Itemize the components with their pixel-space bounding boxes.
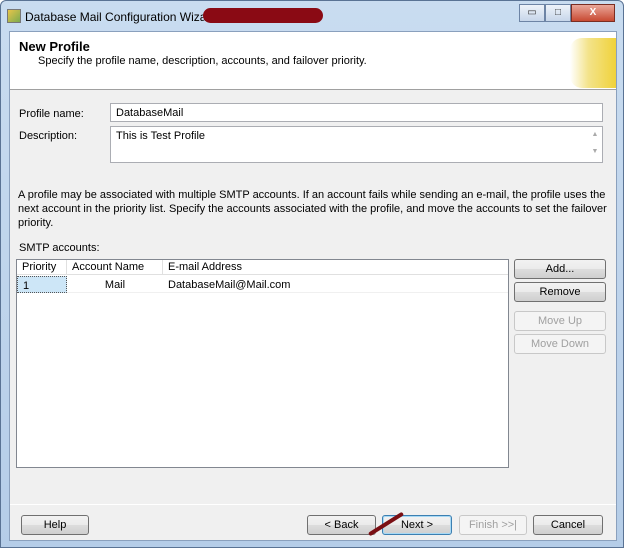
description-label: Description: <box>19 130 78 142</box>
scroll-up-icon[interactable]: ▲ <box>588 131 602 138</box>
info-text: A profile may be associated with multipl… <box>18 189 607 229</box>
page-title: New Profile <box>19 39 90 54</box>
app-icon <box>7 9 21 23</box>
title-bar: Database Mail Configuration Wizard ▭ □ X <box>1 1 623 31</box>
wizard-window: Database Mail Configuration Wizard ▭ □ X… <box>0 0 624 548</box>
smtp-accounts-label: SMTP accounts: <box>19 242 100 254</box>
finish-button[interactable]: Finish >>| <box>459 515 527 535</box>
redaction-mark <box>203 8 323 23</box>
move-down-button[interactable]: Move Down <box>514 334 606 354</box>
cell-email[interactable]: DatabaseMail@Mail.com <box>163 276 508 293</box>
column-header-email[interactable]: E-mail Address <box>163 260 508 275</box>
description-input[interactable]: This is Test Profile ▲ ▼ <box>110 126 603 163</box>
cell-priority[interactable]: 1 <box>17 276 67 293</box>
wizard-body: New Profile Specify the profile name, de… <box>9 31 617 541</box>
footer-divider <box>10 504 616 505</box>
profile-name-label: Profile name: <box>19 108 84 120</box>
close-button[interactable]: X <box>571 4 615 22</box>
profile-name-input[interactable]: DatabaseMail <box>110 103 603 122</box>
scroll-down-icon[interactable]: ▼ <box>588 148 602 155</box>
wizard-header: New Profile Specify the profile name, de… <box>10 32 616 90</box>
smtp-accounts-grid[interactable]: Priority Account Name E-mail Address 1 M… <box>16 259 509 468</box>
cell-account-name[interactable]: Mail <box>67 276 163 293</box>
description-scrollbar[interactable]: ▲ ▼ <box>588 127 602 162</box>
maximize-button[interactable]: □ <box>545 4 571 22</box>
remove-button[interactable]: Remove <box>514 282 606 302</box>
cancel-button[interactable]: Cancel <box>533 515 603 535</box>
description-text: This is Test Profile <box>116 130 206 142</box>
move-up-button[interactable]: Move Up <box>514 311 606 331</box>
column-header-priority[interactable]: Priority <box>17 260 67 275</box>
window-title: Database Mail Configuration Wizard <box>25 10 218 24</box>
minimize-button[interactable]: ▭ <box>519 4 545 22</box>
add-button[interactable]: Add... <box>514 259 606 279</box>
page-subtitle: Specify the profile name, description, a… <box>38 55 367 67</box>
column-header-account-name[interactable]: Account Name <box>67 260 163 275</box>
help-button[interactable]: Help <box>21 515 89 535</box>
database-mail-icon <box>570 38 616 88</box>
back-button[interactable]: < Back <box>307 515 376 535</box>
